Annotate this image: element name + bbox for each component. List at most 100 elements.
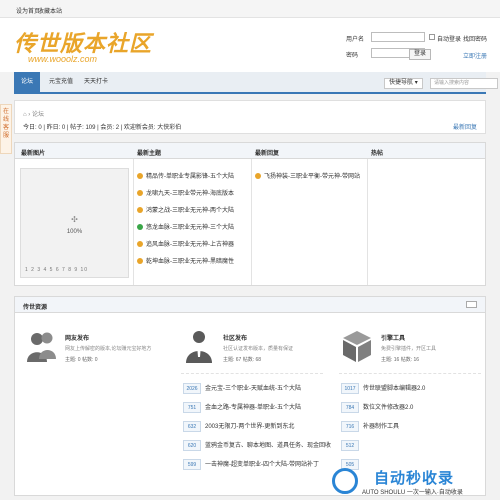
username-input[interactable] — [371, 32, 425, 42]
card-desc: 社区认证发布版本，质量有保证 — [223, 346, 294, 352]
view-count-badge: 599 — [183, 459, 201, 470]
thread-status-icon — [255, 173, 261, 179]
tab-forum[interactable]: 论坛 — [14, 72, 40, 92]
thread-title[interactable]: 蓝鸦金币复古、聊本地图、道具任务、现金回收 — [205, 443, 331, 449]
latest-replies-link[interactable]: 最新回复 — [453, 122, 477, 131]
logo-url: www.wooolz.com — [28, 54, 98, 64]
thread-title[interactable]: 2003无限刀-两个世界-更新到东北 — [205, 424, 294, 430]
thread-row[interactable]: 784 数位文件修改器2.0 — [341, 402, 413, 414]
set-home-link[interactable]: 设为首页 — [16, 6, 40, 15]
card-stats: 主题: 67 帖数: 68 — [223, 357, 262, 363]
card-title[interactable]: 社区发布 — [223, 333, 247, 342]
forum-card-user-uploads[interactable]: 网友发布 网友上传解密的版本,论坛赚元宝好地方 主题: 0 帖数: 0 — [23, 323, 165, 491]
watermark-logo-icon — [332, 468, 358, 494]
site-logo[interactable]: 传世版本社区 www.wooolz.com — [14, 26, 164, 66]
thread-title[interactable]: 补器制作工具 — [363, 424, 399, 430]
topic-item[interactable]: 乾坤血脉-三职业无元神-黑暗魔性 — [137, 256, 234, 265]
thread-title[interactable]: 龙啸九天-三职业带元神-海底版本 — [146, 191, 234, 197]
topic-item[interactable]: 鸿蒙之战-三职业无元神-两个大陆 — [137, 205, 234, 214]
topic-item[interactable]: 悠龙血脉-三职业无元神-三个大陆 — [137, 222, 234, 231]
watermark-text: 自动秒收录 — [374, 470, 455, 487]
quick-nav-label: 快捷导航 — [389, 80, 414, 86]
thread-status-icon — [137, 173, 143, 179]
auto-login-checkbox[interactable] — [429, 34, 435, 40]
thread-status-icon — [137, 241, 143, 247]
thread-title[interactable]: 鸿蒙之战-三职业无元神-两个大陆 — [146, 208, 234, 214]
bookmark-link[interactable]: 收藏本站 — [38, 6, 62, 15]
thread-title[interactable]: 金血之路-专属神器-单职业-五个大陆 — [205, 405, 301, 411]
view-count-badge: 784 — [341, 402, 359, 413]
column-divider — [367, 159, 368, 285]
portal-header: 最新图片 最新主题 最新回复 热帖 — [15, 143, 485, 159]
watermark: 自动秒收录 AUTO SHOULU 一次一输入·自动收录 — [330, 465, 500, 500]
thread-row[interactable]: 620 蓝鸦金币复古、聊本地图、道具任务、现金回收 — [183, 440, 331, 452]
topic-item[interactable]: 龙啸九天-三职业带元神-海底版本 — [137, 188, 234, 197]
thread-title[interactable]: 飞扬神装-三职业平衡-带元神-带网站 — [264, 174, 360, 180]
slide-pager[interactable]: 1 2 3 4 5 6 7 8 9 10 — [25, 267, 88, 273]
thread-title[interactable]: 数位文件修改器2.0 — [363, 405, 413, 411]
thread-title[interactable]: 追风血脉-三职业无元神-上古神器 — [146, 242, 234, 248]
breadcrumb-panel: ⌂ › 论坛 今日: 0 | 昨日: 0 | 帖子: 109 | 会员: 2 |… — [14, 100, 486, 134]
card-title[interactable]: 网友发布 — [65, 333, 89, 342]
thread-row[interactable]: 2026 金元宝-三个职业-天赋血统-五个大陆 — [183, 383, 301, 395]
auto-login-label: 自动登录 — [437, 37, 462, 43]
thread-row[interactable]: 599 一击神魔-超变单职业-四个大陆-带网站补丁 — [183, 459, 319, 471]
thread-title[interactable]: 一击神魔-超变单职业-四个大陆-带网站补丁 — [205, 462, 319, 468]
slide-caption: 100% — [66, 229, 83, 235]
thread-row[interactable]: 1017 传世联盟脚本编辑器2.0 — [341, 383, 425, 395]
thread-row[interactable]: 716 补器制作工具 — [341, 421, 399, 433]
latest-topics-heading: 最新主题 — [137, 151, 162, 157]
thread-status-icon — [137, 258, 143, 264]
thread-row[interactable]: 632 2003无限刀-两个世界-更新到东北 — [183, 421, 294, 433]
view-count-badge: 632 — [183, 421, 201, 432]
login-button[interactable]: 登录 — [409, 49, 431, 60]
topic-item[interactable]: 精品传-单职业专属影锋-五个大陆 — [137, 171, 234, 180]
thread-title[interactable]: 精品传-单职业专属影锋-五个大陆 — [146, 174, 234, 180]
thread-title[interactable]: 传世联盟脚本编辑器2.0 — [363, 386, 425, 392]
view-count-badge: 512 — [341, 440, 359, 451]
username-label: 用户名 — [346, 37, 365, 43]
view-count-badge: 751 — [183, 402, 201, 413]
loading-spinner-icon: ✣ — [71, 215, 78, 224]
card-title[interactable]: 引擎工具 — [381, 333, 405, 342]
box-icon — [343, 331, 371, 362]
thread-title[interactable]: 金元宝-三个职业-天赋血统-五个大陆 — [205, 386, 301, 392]
tab-checkin[interactable]: 天天打卡 — [80, 72, 112, 92]
register-link[interactable]: 立即注册 — [463, 51, 487, 60]
site-header: 传世版本社区 www.wooolz.com 用户名 自动登录 找回密码 密码 登… — [0, 18, 500, 72]
card-stats: 主题: 16 帖数: 16 — [381, 357, 420, 363]
thread-status-icon — [137, 207, 143, 213]
forum-stats: 今日: 0 | 昨日: 0 | 帖子: 109 | 会员: 2 | 欢迎新会员:… — [23, 125, 182, 131]
hot-posts-heading: 热帖 — [371, 151, 384, 157]
reply-item[interactable]: 飞扬神装-三职业平衡-带元神-带网站 — [255, 171, 360, 180]
view-count-badge: 1017 — [341, 383, 359, 394]
search-input[interactable]: 请输入搜索内容 — [430, 78, 498, 89]
breadcrumb[interactable]: ⌂ › 论坛 — [23, 109, 44, 118]
businessman-icon — [186, 331, 212, 363]
thread-row[interactable]: 751 金血之路-专属神器-单职业-五个大陆 — [183, 402, 301, 414]
tab-recharge[interactable]: 元宝充值 — [44, 72, 78, 92]
chevron-down-icon: ▾ — [414, 80, 418, 86]
password-label: 密码 — [346, 53, 359, 59]
forgot-password-link[interactable]: 找回密码 — [463, 34, 487, 43]
column-divider — [251, 159, 252, 285]
collapse-icon[interactable] — [466, 301, 477, 308]
image-slideshow[interactable]: ✣ 100% 1 2 3 4 5 6 7 8 9 10 — [20, 168, 129, 278]
thread-title[interactable]: 悠龙血脉-三职业无元神-三个大陆 — [146, 225, 234, 231]
topic-item[interactable]: 追风血脉-三职业无元神-上古神器 — [137, 239, 234, 248]
top-bar: 设为首页 收藏本站 — [0, 0, 500, 18]
card-stats: 主题: 0 帖数: 0 — [65, 357, 98, 363]
thread-row[interactable]: 512 — [341, 440, 363, 452]
quick-nav-button[interactable]: 快捷导航 ▾ — [384, 78, 423, 89]
card-divider — [181, 373, 323, 374]
latest-images-heading: 最新图片 — [21, 151, 46, 157]
users-icon — [27, 332, 56, 362]
forum-card-community[interactable]: 社区发布 社区认证发布版本，质量有保证 主题: 67 帖数: 68 2026 金元… — [181, 323, 331, 491]
column-divider — [133, 159, 134, 285]
resources-header: 传世资源 — [15, 297, 485, 313]
resources-title: 传世资源 — [23, 305, 48, 311]
card-divider — [339, 373, 481, 374]
thread-title[interactable]: 乾坤血脉-三职业无元神-黑暗魔性 — [146, 259, 234, 265]
latest-replies-heading: 最新回复 — [255, 151, 280, 157]
online-service-tab[interactable]: 在线客服 — [0, 104, 12, 154]
